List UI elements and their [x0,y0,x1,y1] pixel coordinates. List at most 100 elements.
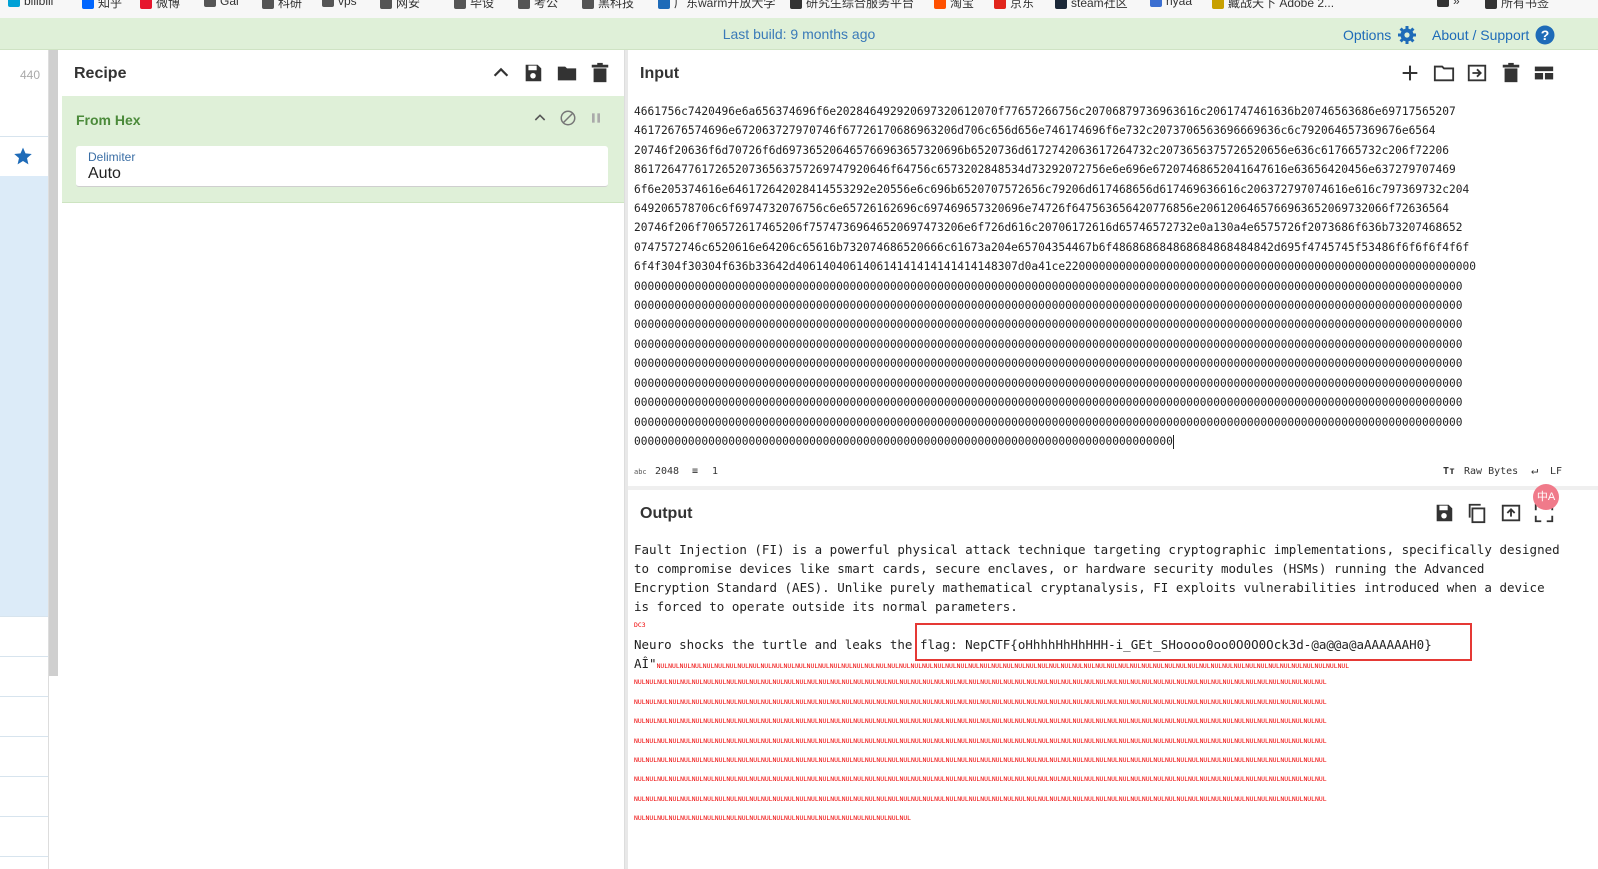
bookmark-label: » [1453,0,1460,8]
category-row[interactable] [0,376,48,417]
folder-icon[interactable] [556,62,578,84]
input-statusbar: abc 2048 ≡ 1 Tт Raw Bytes ↵ LF [628,460,1598,482]
category-row[interactable] [0,576,48,617]
category-row[interactable] [0,616,48,657]
input-line: 0000000000000000000000000000000000000000… [634,299,1463,313]
star-icon [14,147,32,165]
category-row[interactable] [0,416,48,457]
input-eol[interactable]: LF [1550,466,1562,477]
bookmark-icon [1055,0,1067,9]
category-row[interactable] [0,736,48,777]
trash-icon[interactable] [589,62,611,84]
about-support-button[interactable]: About / Support ? [1432,25,1555,45]
bookmark-icon [658,0,670,9]
bookmark-item[interactable]: steam社区 [1055,0,1128,11]
disable-icon[interactable] [559,109,577,127]
category-row[interactable] [0,656,48,697]
bookmark-item[interactable]: 淘宝 [934,0,974,11]
translate-badge[interactable]: 中A [1533,484,1559,510]
category-row[interactable] [0,456,48,497]
category-row[interactable] [0,296,48,337]
bookmark-label: 黑科技 [598,0,635,10]
gear-icon [1398,26,1417,44]
bookmark-label: vps [338,0,357,8]
operations-scrollbar[interactable] [49,50,58,676]
copy-icon[interactable] [1466,502,1488,524]
category-row[interactable] [0,496,48,537]
input-line: 20746f20636f6d70726f6d697365206465766963… [634,143,1449,157]
svg-text:?: ? [1541,27,1550,43]
category-row[interactable] [0,696,48,737]
category-row[interactable] [0,176,48,217]
bookmark-item[interactable]: vps [322,0,357,8]
input-textarea[interactable]: 4661756c7420496e6a656374696f6e2028464929… [634,102,1564,451]
bookmark-icon [1437,0,1449,7]
bookmark-icon [518,0,530,9]
category-row[interactable] [0,336,48,377]
input-length: 2048 [655,466,680,477]
pause-icon[interactable] [588,110,604,126]
flag-highlight-box [915,623,1472,661]
delimiter-field[interactable]: Delimiter Auto [76,146,608,187]
bookmark-item[interactable]: nyaa [1150,0,1192,8]
bookmark-item[interactable]: 考公 [518,0,558,11]
bookmark-item[interactable]: 知乎 [82,0,122,11]
category-row[interactable] [0,816,48,857]
bookmark-item[interactable]: 微博 [140,0,180,11]
flag-line-prefix: Neuro shocks the turtle and leaks the [634,637,920,653]
bookmark-label: 微博 [156,0,181,10]
lines-icon: ≡ [692,466,699,477]
category-row[interactable] [0,216,48,257]
category-row[interactable] [0,536,48,577]
save-icon[interactable] [1433,502,1455,524]
input-line: 649206578706c6f6974732076756c6e657261626… [634,202,1449,216]
bookmark-item[interactable]: 研究生综合服务平台 [790,0,914,11]
open-folder-icon[interactable] [1433,62,1455,84]
bookmark-item[interactable]: 毕设 [454,0,494,11]
input-encoding[interactable]: Raw Bytes [1464,466,1518,477]
input-line: 0000000000000000000000000000000000000000… [634,318,1463,332]
add-icon[interactable] [1399,62,1421,84]
open-file-icon[interactable] [1466,62,1488,84]
recipe-header: Recipe [62,50,624,97]
bookmark-icon [454,0,466,9]
bookmark-item[interactable]: 所有书签 [1485,0,1549,11]
top-banner: Last build: 9 months ago Options About /… [0,18,1598,50]
output-textarea[interactable]: Fault Injection (FI) is a powerful physi… [634,540,1564,829]
bookmark-label: steam社区 [1071,0,1128,10]
bookmark-icon [8,0,20,7]
bookmark-item[interactable]: bilibili [8,0,53,8]
bookmark-item[interactable]: 藏战天下 Adobe 2... [1212,0,1334,11]
input-line: 4661756c7420496e6a656374696f6e2028464929… [634,105,1456,118]
bookmark-item[interactable]: 网安 [380,0,420,11]
bookmark-item[interactable]: 广东warm开放大学 [658,0,775,11]
bookmark-item[interactable]: » [1437,0,1460,8]
operations-panel: 440 [0,50,49,869]
bookmark-item[interactable]: 京东 [994,0,1034,11]
options-button[interactable]: Options [1343,25,1417,45]
favourites-row[interactable] [0,136,48,177]
nul-block: NULNULNULNULNULNULNULNULNULNULNULNULNULN… [634,673,1564,828]
input-line: 0000000000000000000000000000000000000000… [634,357,1463,371]
save-icon[interactable] [522,62,544,84]
nul-line: NULNULNULNULNULNULNULNULNULNULNULNULNULN… [634,794,1327,803]
category-row[interactable] [0,256,48,297]
category-row[interactable] [0,776,48,817]
operation-from-hex[interactable]: From Hex Delimiter Auto [62,96,624,203]
chevron-up-icon[interactable] [532,110,548,126]
input-line: 20746f206f706572617465206f75747369646520… [634,221,1463,235]
recipe-panel: Recipe From Hex Delimiter Auto [62,50,625,869]
bookmark-item[interactable]: Gal [204,0,239,8]
options-label: Options [1343,27,1392,43]
replace-input-icon[interactable] [1500,502,1522,524]
trash-icon[interactable] [1500,62,1522,84]
bookmark-item[interactable]: 科研 [262,0,302,11]
layout-icon[interactable] [1533,62,1555,84]
bookmark-item[interactable]: 黑科技 [582,0,634,11]
bookmark-icon [582,0,594,9]
bookmark-label: 广东warm开放大学 [674,0,776,10]
operations-row[interactable] [0,96,48,137]
chevron-up-icon[interactable] [490,62,512,84]
output-paragraph: Fault Injection (FI) is a powerful physi… [634,542,1560,614]
help-icon: ? [1535,25,1555,45]
